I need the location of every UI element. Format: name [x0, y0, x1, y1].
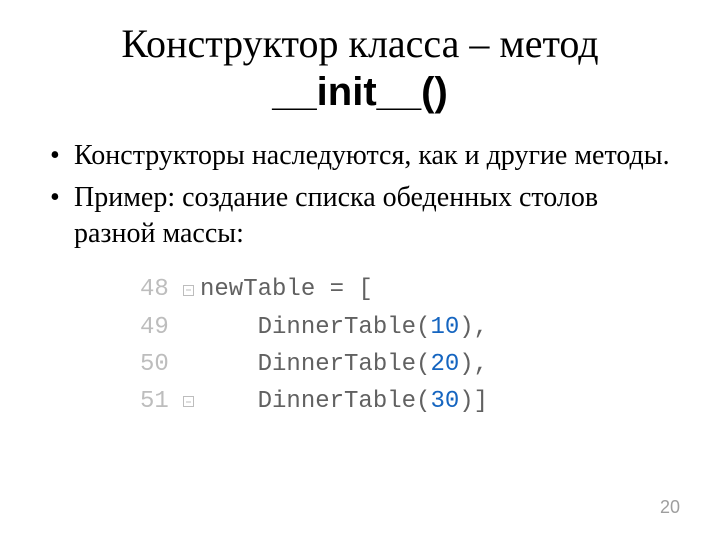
code-line: 49 DinnerTable(10), [140, 309, 680, 346]
code-text: DinnerTable(10), [200, 309, 488, 346]
code-text: DinnerTable(20), [200, 346, 488, 383]
code-text: newTable = [ [200, 271, 373, 308]
line-number: 48 [140, 271, 176, 308]
code-number-literal: 20 [430, 351, 459, 378]
bullet-text: Пример: создание списка обеденных столов… [74, 182, 598, 249]
bullet-list: Конструкторы наследуются, как и другие м… [40, 138, 680, 251]
slide-title: Конструктор класса – метод __init__() [40, 20, 680, 116]
title-line-1: Конструктор класса – метод [121, 21, 598, 66]
code-line: 48 newTable = [ [140, 271, 680, 308]
bullet-text: Конструкторы наследуются, как и другие м… [74, 140, 670, 171]
code-segment: DinnerTable( [200, 351, 430, 378]
code-segment: )] [459, 388, 488, 415]
code-segment: DinnerTable( [200, 314, 430, 341]
code-segment: ), [459, 351, 488, 378]
line-number: 50 [140, 346, 176, 383]
fold-gutter [176, 285, 200, 296]
fold-open-icon [183, 285, 194, 296]
slide: Конструктор класса – метод __init__() Ко… [0, 0, 720, 540]
fold-close-icon [183, 396, 194, 407]
code-text: DinnerTable(30)] [200, 383, 488, 420]
code-segment: newTable = [ [200, 276, 373, 303]
page-number: 20 [660, 497, 680, 518]
bullet-item: Конструкторы наследуются, как и другие м… [74, 138, 670, 174]
title-line-2: __init__() [272, 70, 448, 114]
code-block: 48 newTable = [ 49 DinnerTable(10), 50 D… [140, 271, 680, 420]
code-number-literal: 10 [430, 314, 459, 341]
code-number-literal: 30 [430, 388, 459, 415]
bullet-item: Пример: создание списка обеденных столов… [74, 180, 670, 252]
line-number: 49 [140, 309, 176, 346]
line-number: 51 [140, 383, 176, 420]
code-line: 50 DinnerTable(20), [140, 346, 680, 383]
code-segment: DinnerTable( [200, 388, 430, 415]
code-line: 51 DinnerTable(30)] [140, 383, 680, 420]
code-segment: ), [459, 314, 488, 341]
fold-gutter [176, 396, 200, 407]
